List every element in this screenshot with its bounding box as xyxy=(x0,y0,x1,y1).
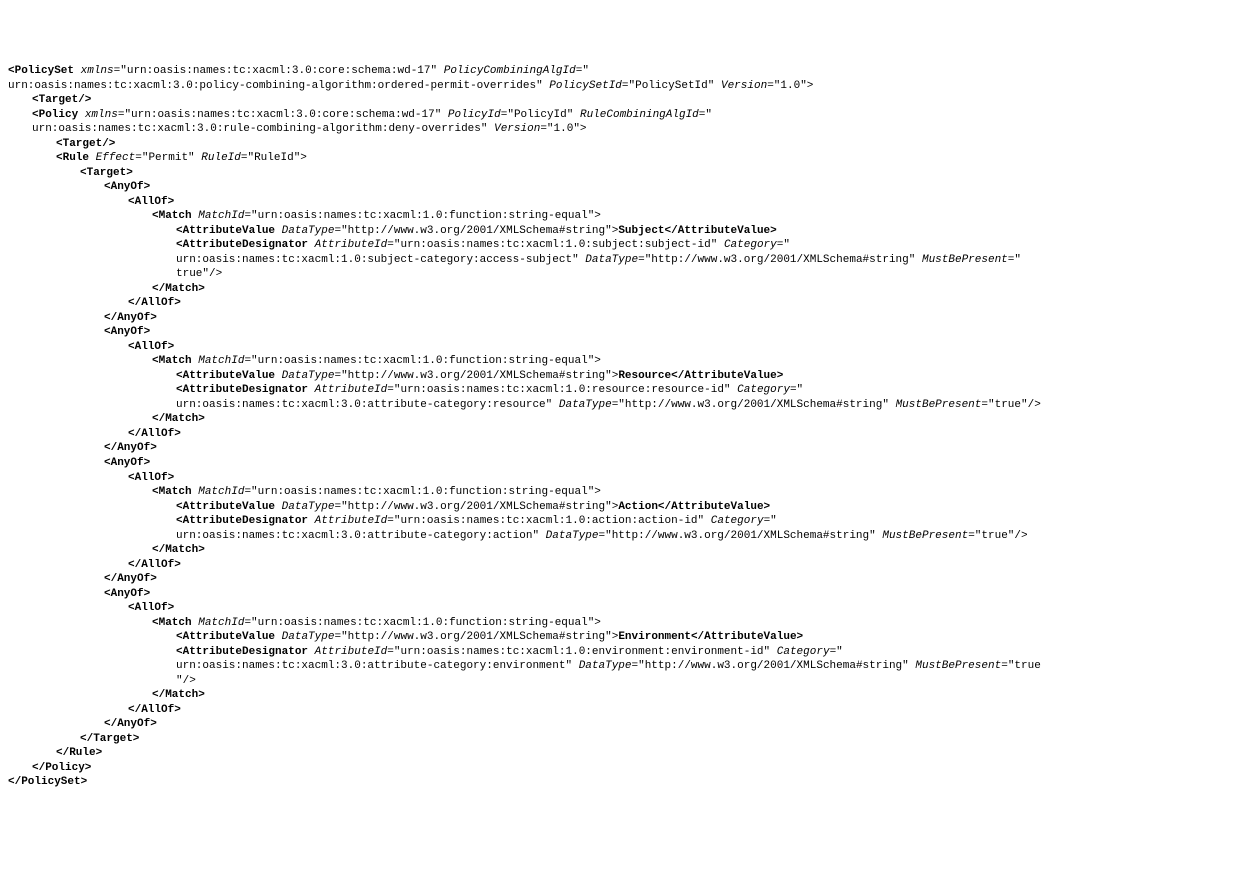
policy-target: <Target/> xyxy=(8,137,1232,152)
match-close: </Match> xyxy=(8,282,1232,297)
policyset-target: <Target/> xyxy=(8,93,1232,108)
allof-open: <AllOf> xyxy=(8,195,1232,210)
anyof-open: <AnyOf> xyxy=(8,180,1232,195)
allof-open: <AllOf> xyxy=(8,471,1232,486)
policy-close: </Policy> xyxy=(8,761,1232,776)
allof-open: <AllOf> xyxy=(8,601,1232,616)
anyof-open: <AnyOf> xyxy=(8,456,1232,471)
match-close: </Match> xyxy=(8,412,1232,427)
allof-close: </AllOf> xyxy=(8,296,1232,311)
rule-open: <Rule Effect="Permit" RuleId="RuleId"> xyxy=(8,151,1232,166)
attribute-value: <AttributeValue DataType="http://www.w3.… xyxy=(8,369,1232,384)
attribute-value: <AttributeValue DataType="http://www.w3.… xyxy=(8,630,1232,645)
policyset-open: <PolicySet xmlns="urn:oasis:names:tc:xac… xyxy=(8,64,1232,79)
anyof-open: <AnyOf> xyxy=(8,325,1232,340)
match-open: <Match MatchId="urn:oasis:names:tc:xacml… xyxy=(8,354,1232,369)
attribute-designator: <AttributeDesignator AttributeId="urn:oa… xyxy=(8,645,1232,660)
match-open: <Match MatchId="urn:oasis:names:tc:xacml… xyxy=(8,616,1232,631)
allof-close: </AllOf> xyxy=(8,427,1232,442)
attribute-designator: <AttributeDesignator AttributeId="urn:oa… xyxy=(8,514,1232,529)
rule-target-open: <Target> xyxy=(8,166,1232,181)
anyof-close: </AnyOf> xyxy=(8,717,1232,732)
allof-open: <AllOf> xyxy=(8,340,1232,355)
rule-target-close: </Target> xyxy=(8,732,1232,747)
match-open: <Match MatchId="urn:oasis:names:tc:xacml… xyxy=(8,485,1232,500)
allof-close: </AllOf> xyxy=(8,558,1232,573)
attribute-value: <AttributeValue DataType="http://www.w3.… xyxy=(8,500,1232,515)
match-close: </Match> xyxy=(8,543,1232,558)
attribute-designator: <AttributeDesignator AttributeId="urn:oa… xyxy=(8,383,1232,398)
rule-close: </Rule> xyxy=(8,746,1232,761)
anyof-open: <AnyOf> xyxy=(8,587,1232,602)
anyof-close: </AnyOf> xyxy=(8,572,1232,587)
policy-open: <Policy xmlns="urn:oasis:names:tc:xacml:… xyxy=(8,108,1232,123)
match-close: </Match> xyxy=(8,688,1232,703)
attribute-value: <AttributeValue DataType="http://www.w3.… xyxy=(8,224,1232,239)
anyof-close: </AnyOf> xyxy=(8,441,1232,456)
allof-close: </AllOf> xyxy=(8,703,1232,718)
anyof-close: </AnyOf> xyxy=(8,311,1232,326)
match-open: <Match MatchId="urn:oasis:names:tc:xacml… xyxy=(8,209,1232,224)
attribute-designator: <AttributeDesignator AttributeId="urn:oa… xyxy=(8,238,1232,253)
policyset-close: </PolicySet> xyxy=(8,775,1232,790)
xml-code-block: <PolicySet xmlns="urn:oasis:names:tc:xac… xyxy=(8,64,1232,790)
